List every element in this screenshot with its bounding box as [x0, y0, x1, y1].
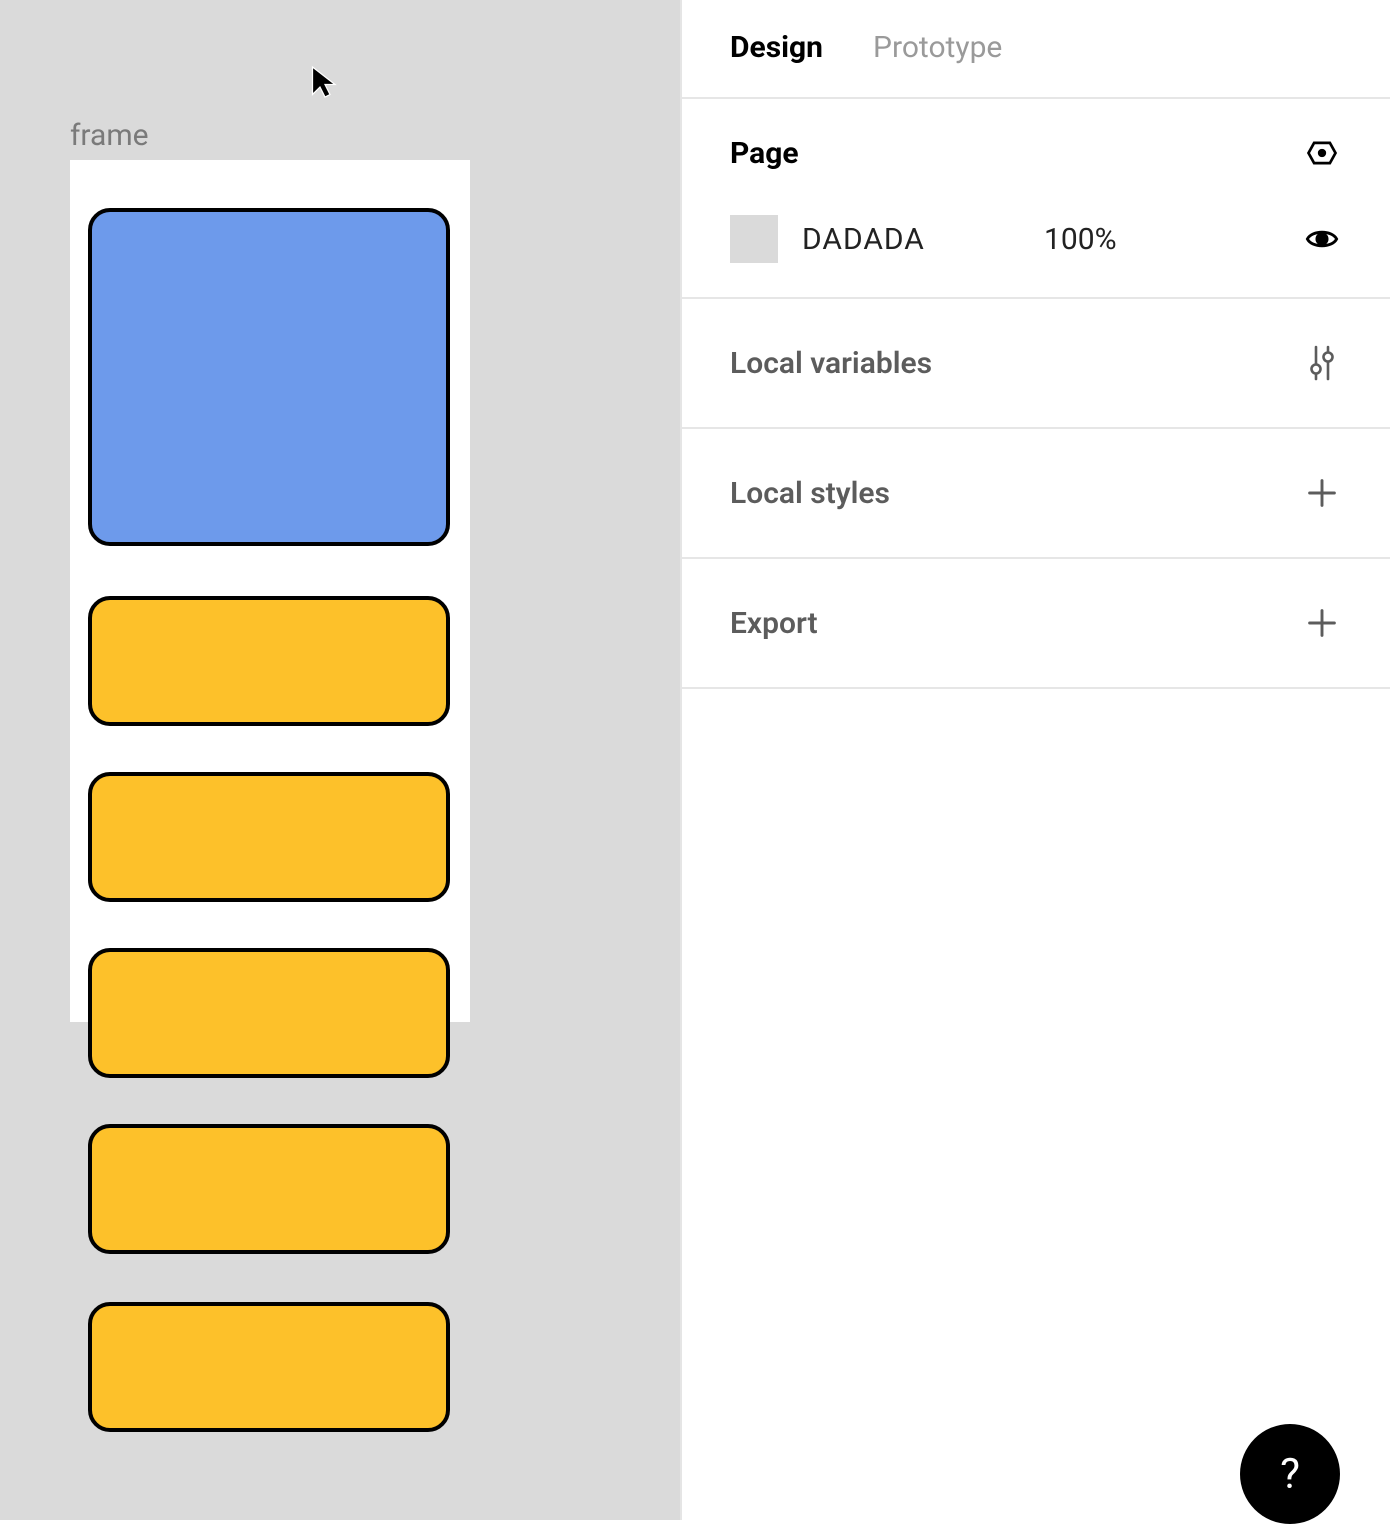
section-local-styles: Local styles [682, 429, 1390, 559]
section-page: Page DADADA 100% [682, 99, 1390, 299]
visibility-toggle-icon[interactable] [1302, 219, 1342, 259]
page-title: Page [730, 136, 799, 171]
add-style-button[interactable] [1302, 473, 1342, 513]
frame-label: frame [70, 118, 149, 153]
panel-tabs: Design Prototype [682, 0, 1390, 99]
canvas-shape-2[interactable] [88, 772, 450, 902]
canvas-shape-0[interactable] [88, 208, 450, 546]
inspector-panel: Design Prototype Page DADADA 100% [682, 0, 1390, 1520]
canvas-shape-5[interactable] [88, 1302, 450, 1432]
color-hex-value[interactable]: DADADA [802, 222, 1002, 257]
canvas[interactable]: frame [0, 0, 682, 1520]
export-title: Export [730, 606, 818, 641]
color-swatch[interactable] [730, 215, 778, 263]
local-styles-title: Local styles [730, 476, 890, 511]
tab-design[interactable]: Design [730, 30, 823, 65]
variable-mode-icon[interactable] [1302, 133, 1342, 173]
canvas-shape-4[interactable] [88, 1124, 450, 1254]
settings-sliders-icon[interactable] [1302, 343, 1342, 383]
tab-prototype[interactable]: Prototype [873, 30, 1002, 65]
help-button[interactable]: ? [1240, 1424, 1340, 1524]
canvas-shape-3[interactable] [88, 948, 450, 1078]
cursor-icon [310, 64, 340, 100]
add-export-button[interactable] [1302, 603, 1342, 643]
canvas-shape-1[interactable] [88, 596, 450, 726]
local-variables-title: Local variables [730, 346, 932, 381]
section-local-variables: Local variables [682, 299, 1390, 429]
color-opacity-value[interactable]: 100% [1044, 222, 1117, 257]
section-export: Export [682, 559, 1390, 689]
page-background-row[interactable]: DADADA 100% [730, 215, 1342, 263]
help-icon: ? [1280, 1450, 1300, 1499]
